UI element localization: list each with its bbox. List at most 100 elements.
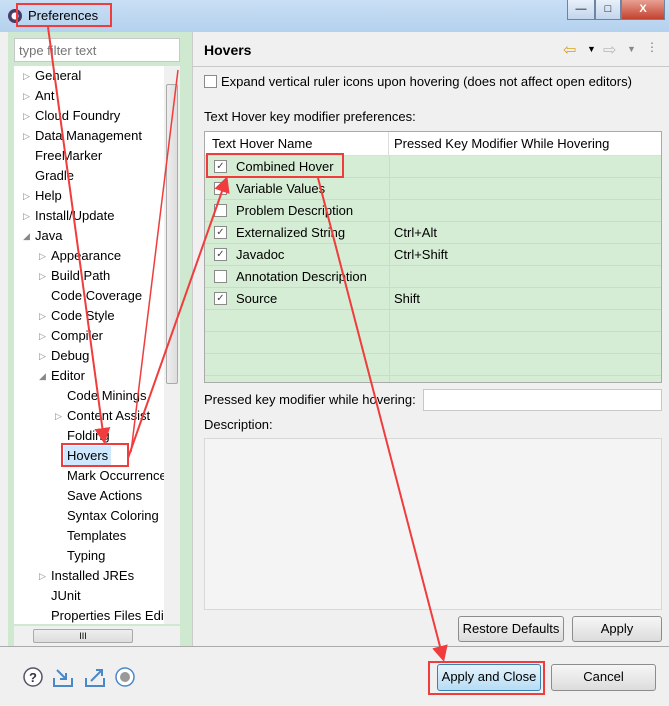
column-divider: [389, 156, 390, 382]
hover-name: Annotation Description: [236, 269, 367, 284]
collapsed-arrow-icon[interactable]: ▷: [39, 271, 46, 282]
record-icon[interactable]: [114, 666, 136, 688]
expanded-arrow-icon[interactable]: ◢: [39, 371, 46, 382]
table-row[interactable]: ✓ Externalized String Ctrl+Alt: [205, 222, 661, 244]
description-label: Description:: [204, 417, 273, 432]
cancel-button[interactable]: Cancel: [551, 664, 656, 691]
minimize-button[interactable]: —: [567, 0, 595, 20]
row-checkbox[interactable]: [214, 182, 227, 195]
tree-item[interactable]: Content Assist: [67, 406, 150, 426]
tree-hscroll-thumb[interactable]: III: [33, 629, 133, 643]
tree-item[interactable]: Installed JREs: [51, 566, 134, 586]
tree-item[interactable]: Data Management: [35, 126, 142, 146]
row-checkbox[interactable]: ✓: [214, 226, 227, 239]
collapsed-arrow-icon[interactable]: ▷: [23, 191, 30, 202]
collapsed-arrow-icon[interactable]: ▷: [23, 131, 30, 142]
view-menu-icon[interactable]: ⋮: [646, 40, 658, 54]
expand-ruler-checkbox[interactable]: [204, 75, 217, 88]
footer-divider: [0, 646, 669, 647]
description-box: [204, 438, 662, 610]
tree-item[interactable]: Editor: [51, 366, 85, 386]
column-header-modifier[interactable]: Pressed Key Modifier While Hovering: [389, 132, 661, 156]
svg-text:?: ?: [29, 670, 37, 685]
modifier-input[interactable]: [423, 389, 662, 411]
tree-item[interactable]: Ant: [35, 86, 55, 106]
forward-arrow-icon[interactable]: ⇨: [603, 40, 616, 60]
collapsed-arrow-icon[interactable]: ▷: [39, 351, 46, 362]
expand-ruler-label: Expand vertical ruler icons upon hoverin…: [221, 74, 632, 89]
tree-item[interactable]: Java: [35, 226, 62, 246]
back-arrow-icon[interactable]: ⇦: [563, 40, 576, 60]
tree-item[interactable]: Build Path: [51, 266, 110, 286]
table-row[interactable]: ✓ Source Shift: [205, 288, 661, 310]
forward-menu-chevron-icon[interactable]: ▼: [627, 44, 636, 54]
tree-item[interactable]: Code Minings: [67, 386, 147, 406]
hover-name: Problem Description: [236, 203, 354, 218]
divider: [192, 66, 669, 67]
hover-modifier: Shift: [394, 291, 421, 306]
tree-item[interactable]: Cloud Foundry: [35, 106, 120, 126]
modifier-label: Pressed key modifier while hovering:: [204, 392, 416, 407]
annotation-box-apply-close: [428, 661, 545, 695]
row-checkbox[interactable]: ✓: [214, 292, 227, 305]
row-checkbox[interactable]: [214, 270, 227, 283]
collapsed-arrow-icon[interactable]: ▷: [39, 331, 46, 342]
preference-tree: ▷ General ▷ Ant ▷ Cloud Foundry ▷ Data Manageme…: [14, 66, 164, 624]
table-row: [205, 354, 661, 376]
tree-item[interactable]: Templates: [67, 526, 126, 546]
tree-item[interactable]: Syntax Coloring: [67, 506, 159, 526]
hover-modifier: Ctrl+Shift: [394, 247, 448, 262]
tree-item[interactable]: Install/Update: [35, 206, 115, 226]
annotation-box-hovers: [61, 443, 129, 467]
hover-name: Externalized String: [236, 225, 346, 240]
tree-item[interactable]: Mark Occurrences: [67, 466, 164, 486]
tree-item[interactable]: Compiler: [51, 326, 103, 346]
export-icon[interactable]: [84, 666, 106, 688]
tree-item[interactable]: JUnit: [51, 586, 81, 606]
apply-button[interactable]: Apply: [572, 616, 662, 642]
tree-item[interactable]: Save Actions: [67, 486, 142, 506]
import-icon[interactable]: [52, 666, 74, 688]
close-button[interactable]: X: [621, 0, 665, 20]
collapsed-arrow-icon[interactable]: ▷: [39, 571, 46, 582]
table-row[interactable]: Annotation Description: [205, 266, 661, 288]
page-title: Hovers: [204, 42, 252, 58]
tree-item[interactable]: Gradle: [35, 166, 74, 186]
hover-name: Variable Values: [236, 181, 326, 196]
collapsed-arrow-icon[interactable]: ▷: [39, 311, 46, 322]
table-row[interactable]: Problem Description: [205, 200, 661, 222]
row-checkbox[interactable]: [214, 204, 227, 217]
hover-name: Source: [236, 291, 278, 306]
help-icon[interactable]: ?: [22, 666, 44, 688]
tree-item[interactable]: FreeMarker: [35, 146, 102, 166]
annotation-box-combined-hover: [206, 153, 344, 178]
table-row[interactable]: Variable Values: [205, 178, 661, 200]
hover-name: Javadoc: [236, 247, 285, 262]
collapsed-arrow-icon[interactable]: ▷: [39, 251, 46, 262]
maximize-button[interactable]: □: [595, 0, 621, 20]
tree-item[interactable]: General: [35, 66, 81, 86]
table-row[interactable]: ✓ Javadoc Ctrl+Shift: [205, 244, 661, 266]
tree-item[interactable]: Help: [35, 186, 62, 206]
collapsed-arrow-icon[interactable]: ▷: [23, 211, 30, 222]
table-row: [205, 332, 661, 354]
row-checkbox[interactable]: ✓: [214, 248, 227, 261]
collapsed-arrow-icon[interactable]: ▷: [23, 71, 30, 82]
tree-item[interactable]: Typing: [67, 546, 105, 566]
tree-item[interactable]: Code Style: [51, 306, 115, 326]
tree-item[interactable]: Debug: [51, 346, 89, 366]
expanded-arrow-icon[interactable]: ◢: [23, 231, 30, 242]
tree-scroll-thumb[interactable]: [166, 84, 178, 384]
table-row: [205, 310, 661, 332]
collapsed-arrow-icon[interactable]: ▷: [23, 111, 30, 122]
filter-input[interactable]: [14, 38, 180, 62]
collapsed-arrow-icon[interactable]: ▷: [55, 411, 62, 422]
annotation-box-title: [16, 3, 112, 27]
tree-item[interactable]: Code Coverage: [51, 286, 142, 306]
tree-item[interactable]: Properties Files Editor: [51, 606, 164, 624]
tree-item[interactable]: Appearance: [51, 246, 121, 266]
back-menu-chevron-icon[interactable]: ▼: [587, 44, 596, 54]
restore-defaults-button[interactable]: Restore Defaults: [458, 616, 564, 642]
table-label: Text Hover key modifier preferences:: [204, 109, 416, 124]
collapsed-arrow-icon[interactable]: ▷: [23, 91, 30, 102]
